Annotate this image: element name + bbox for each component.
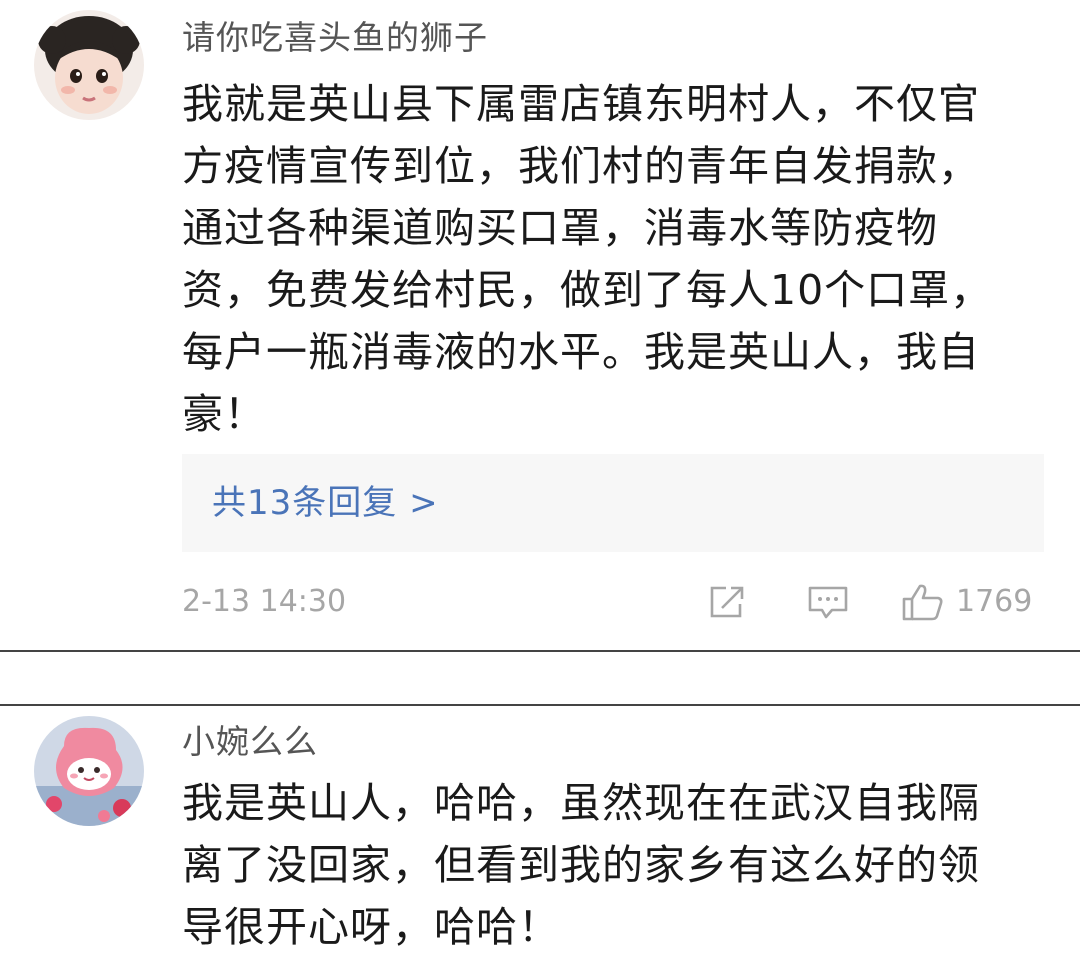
user-avatar[interactable] [34,10,144,120]
share-button[interactable] [706,582,750,622]
comment-card: 小婉么么 我是英山人，哈哈，虽然现在在武汉自我隔 离了没回家，但看到我的家乡有这… [0,706,1080,971]
username[interactable]: 请你吃喜头鱼的狮子 [182,18,488,58]
like-count: 1769 [956,584,1033,619]
timestamp: 2-13 14:30 [182,584,347,619]
card-gap [0,652,1080,704]
thumbs-up-icon [902,584,943,621]
comment-text: 我就是英山县下属雷店镇东明村人，不仅官 方疫情宣传到位，我们村的青年自发捐款， … [182,80,993,438]
comment-text: 我是英山人，哈哈，虽然现在在武汉自我隔 离了没回家，但看到我的家乡有这么好的领 … [182,779,980,951]
like-button[interactable]: 1769 [900,582,1032,622]
pink-mascot-avatar [34,716,144,826]
user-avatar[interactable] [34,716,144,826]
share-icon [710,586,744,618]
username[interactable]: 小婉么么 [182,722,318,762]
view-replies-link[interactable]: 共13条回复 > [212,482,439,524]
comment-icon [808,586,848,619]
comment-button[interactable] [806,582,850,622]
child-portrait-avatar [34,10,144,120]
replies-panel[interactable]: 共13条回复 > [182,454,1044,552]
comment-card: 请你吃喜头鱼的狮子 我就是英山县下属雷店镇东明村人，不仅官 方疫情宣传到位，我们… [0,0,1080,650]
